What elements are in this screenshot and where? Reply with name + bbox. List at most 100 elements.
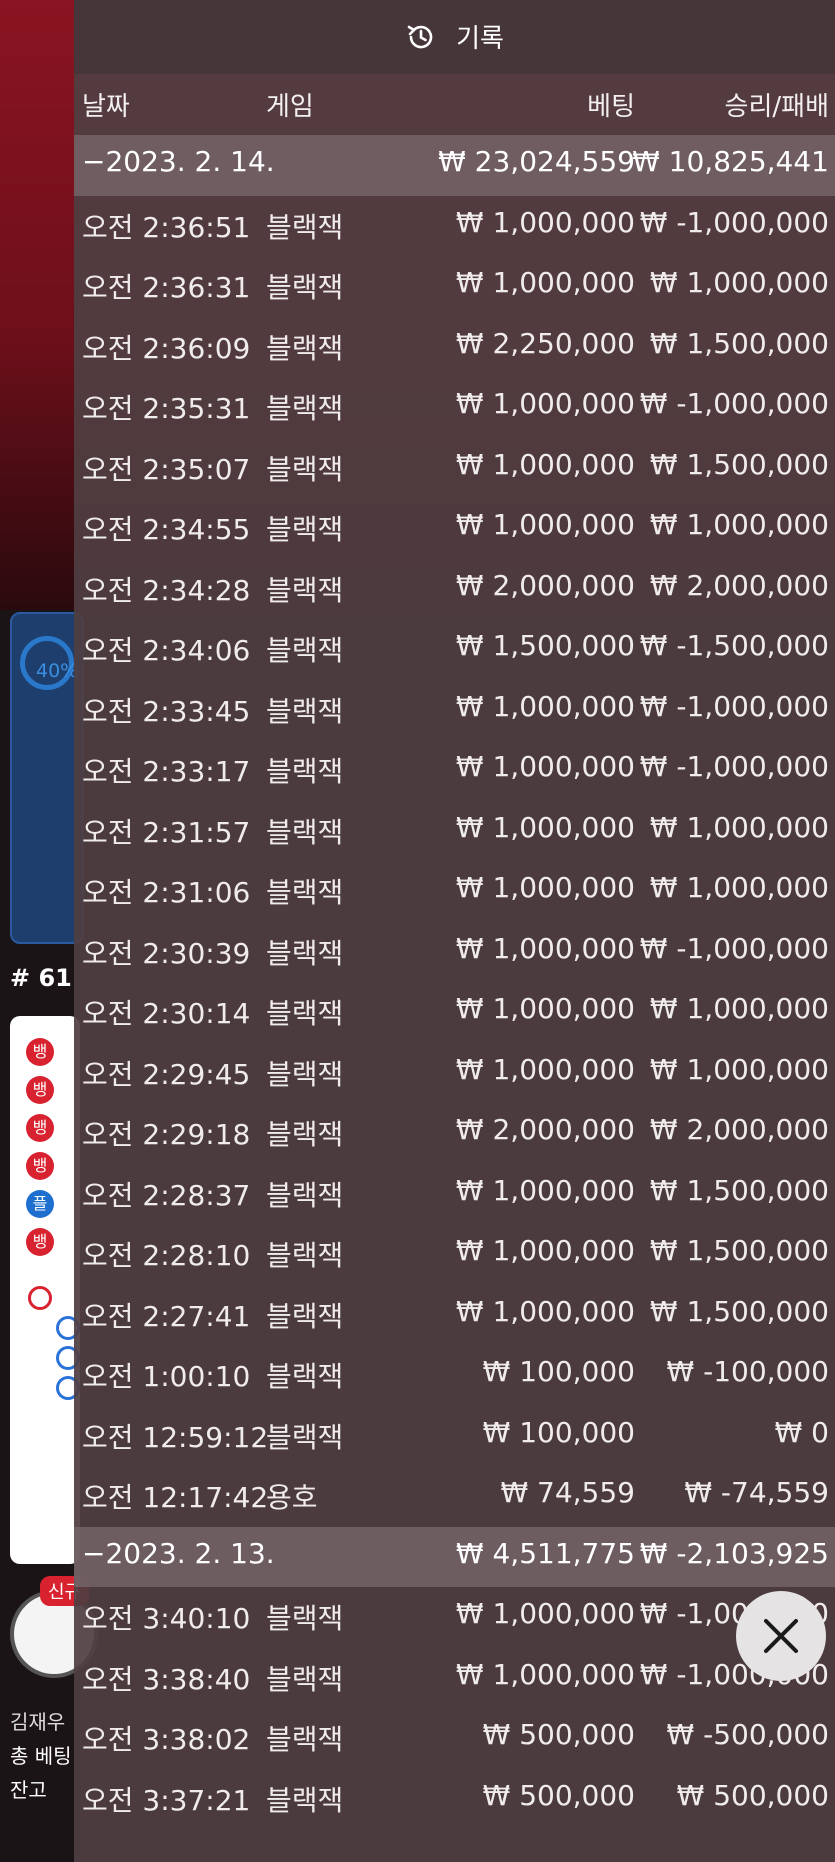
row-winloss: ₩ -100,000 [666, 1355, 829, 1388]
row-game: 블랙잭 [266, 755, 344, 788]
row-time: 오전 2:28:37 [82, 1178, 251, 1212]
row-winloss: ₩ 1,000,000 [649, 810, 829, 844]
history-row: 오전 2:30:39 블랙잭 ₩ 1,000,000 ₩ -1,000,000 [74, 922, 835, 983]
row-game: 블랙잭 [266, 392, 344, 425]
date-group-row: −2023. 2. 14. ₩ 23,024,559 ₩ 10,825,441 [74, 135, 835, 196]
history-row: 오전 3:37:21 블랙잭 ₩ 500,000 ₩ 500,000 [74, 1769, 835, 1830]
row-time: 오전 12:17:42 [82, 1481, 269, 1514]
row-game: 블랙잭 [266, 1723, 344, 1756]
row-game: 블랙잭 [266, 634, 344, 667]
row-winloss: ₩ -500,000 [666, 1718, 829, 1751]
row-bet: ₩ 1,000,000 [455, 1052, 635, 1086]
date-total-winloss: ₩ 10,825,441 [632, 145, 829, 178]
row-winloss: ₩ -1,500,000 [639, 629, 829, 662]
row-time: 오전 2:33:17 [82, 755, 251, 788]
history-row: 오전 2:34:28 블랙잭 ₩ 2,000,000 ₩ 2,000,000 [74, 559, 835, 620]
column-header-bet: 베팅 [587, 92, 635, 122]
row-game: 블랙잭 [266, 815, 344, 849]
history-row: 오전 1:00:10 블랙잭 ₩ 100,000 ₩ -100,000 [74, 1345, 835, 1406]
row-time: 오전 2:35:31 [82, 392, 251, 425]
row-time: 오전 2:30:39 [82, 936, 251, 970]
row-time: 오전 2:36:31 [82, 271, 251, 304]
close-button[interactable] [736, 1591, 826, 1681]
row-winloss: ₩ -74,559 [684, 1476, 829, 1509]
history-row: 오전 2:34:06 블랙잭 ₩ 1,500,000 ₩ -1,500,000 [74, 619, 835, 680]
row-bet: ₩ 1,000,000 [455, 447, 635, 481]
row-winloss: ₩ 1,500,000 [649, 1234, 829, 1267]
background-player-name: 김재우 [10, 1710, 66, 1734]
row-game: 블랙잭 [266, 876, 344, 909]
row-game: 블랙잭 [266, 997, 344, 1030]
row-game: 블랙잭 [266, 513, 344, 546]
background-total-bet-label: 총 베팅 [10, 1744, 72, 1768]
column-header-game: 게임 [266, 92, 314, 122]
road-ring-marker [28, 1286, 52, 1310]
row-time: 오전 2:35:07 [82, 452, 251, 486]
row-bet: ₩ 1,000,000 [455, 931, 635, 965]
bead-marker: 뱅 [26, 1038, 54, 1066]
history-header: 기록 [74, 0, 835, 74]
row-bet: ₩ 1,000,000 [455, 1234, 635, 1267]
row-time: 오전 2:28:10 [82, 1239, 251, 1272]
row-winloss: ₩ 1,000,000 [649, 508, 829, 541]
row-game: 블랙잭 [266, 1662, 344, 1696]
column-header-winloss: 승리/패배 [724, 92, 829, 122]
history-row: 오전 12:17:42 용호 ₩ 74,559 ₩ -74,559 [74, 1466, 835, 1527]
history-row: 오전 2:36:09 블랙잭 ₩ 2,250,000 ₩ 1,500,000 [74, 317, 835, 378]
row-time: 오전 1:00:10 [82, 1360, 251, 1393]
row-bet: ₩ 500,000 [482, 1718, 635, 1751]
history-row: 오전 3:38:40 블랙잭 ₩ 1,000,000 ₩ -1,000,000 [74, 1648, 835, 1709]
row-bet: ₩ 1,000,000 [455, 992, 635, 1025]
row-winloss: ₩ -1,000,000 [639, 931, 829, 965]
row-bet: ₩ 2,000,000 [455, 568, 635, 602]
row-winloss: ₩ 1,000,000 [649, 871, 829, 904]
row-bet: ₩ 1,000,000 [455, 266, 635, 299]
date-total-bet: ₩ 23,024,559 [438, 145, 635, 178]
background-percent: 40% [36, 660, 79, 682]
row-bet: ₩ 1,000,000 [455, 750, 635, 783]
bead-marker: 뱅 [26, 1228, 54, 1256]
history-row: 오전 2:29:45 블랙잭 ₩ 1,000,000 ₩ 1,000,000 [74, 1043, 835, 1104]
row-winloss: ₩ -1,000,000 [639, 205, 829, 239]
row-bet: ₩ 100,000 [482, 1415, 635, 1449]
date-label: −2023. 2. 13. [82, 1536, 275, 1570]
row-game: 블랙잭 [266, 1057, 344, 1091]
row-game: 블랙잭 [266, 271, 344, 304]
row-time: 오전 3:38:40 [82, 1662, 251, 1696]
bead-marker: 뱅 [26, 1114, 54, 1142]
row-bet: ₩ 1,000,000 [455, 689, 635, 723]
row-bet: ₩ 2,000,000 [455, 1113, 635, 1146]
history-row: 오전 2:35:31 블랙잭 ₩ 1,000,000 ₩ -1,000,000 [74, 377, 835, 438]
row-time: 오전 2:31:06 [82, 876, 251, 909]
history-row: 오전 12:59:12 블랙잭 ₩ 100,000 ₩ 0 [74, 1406, 835, 1467]
row-bet: ₩ 1,000,000 [455, 1597, 635, 1630]
background-game-number: # 61 [10, 964, 72, 992]
row-game: 블랙잭 [266, 1420, 344, 1454]
column-header-date: 날짜 [82, 92, 130, 122]
row-time: 오전 2:29:45 [82, 1057, 251, 1091]
row-time: 오전 2:29:18 [82, 1118, 251, 1151]
row-game: 블랙잭 [266, 573, 344, 607]
history-row: 오전 2:30:14 블랙잭 ₩ 1,000,000 ₩ 1,000,000 [74, 982, 835, 1043]
row-winloss: ₩ 1,000,000 [649, 992, 829, 1025]
row-game: 블랙잭 [266, 210, 344, 244]
history-row: 오전 2:33:45 블랙잭 ₩ 1,000,000 ₩ -1,000,000 [74, 680, 835, 741]
row-bet: ₩ 1,000,000 [455, 871, 635, 904]
history-row: 오전 3:40:10 블랙잭 ₩ 1,000,000 ₩ -1,000,000 [74, 1587, 835, 1648]
row-winloss: ₩ 1,500,000 [649, 1173, 829, 1207]
row-bet: ₩ 100,000 [482, 1355, 635, 1388]
history-row: 오전 2:27:41 블랙잭 ₩ 1,000,000 ₩ 1,500,000 [74, 1285, 835, 1346]
history-row: 오전 2:36:31 블랙잭 ₩ 1,000,000 ₩ 1,000,000 [74, 256, 835, 317]
row-bet: ₩ 1,500,000 [455, 629, 635, 662]
row-time: 오전 3:40:10 [82, 1602, 251, 1635]
row-bet: ₩ 1,000,000 [455, 1657, 635, 1691]
history-title: 기록 [456, 24, 504, 54]
row-winloss: ₩ 2,000,000 [649, 1113, 829, 1146]
row-game: 블랙잭 [266, 1360, 344, 1393]
row-bet: ₩ 2,250,000 [455, 326, 635, 360]
history-list[interactable]: −2023. 2. 14. ₩ 23,024,559 ₩ 10,825,441 오전 … [74, 135, 835, 1829]
row-winloss: ₩ -1,000,000 [639, 750, 829, 783]
date-label: −2023. 2. 14. [82, 145, 275, 178]
date-group-row: −2023. 2. 13. ₩ 4,511,775 ₩ -2,103,925 [74, 1526, 835, 1587]
date-total-winloss: ₩ -2,103,925 [639, 1536, 829, 1570]
